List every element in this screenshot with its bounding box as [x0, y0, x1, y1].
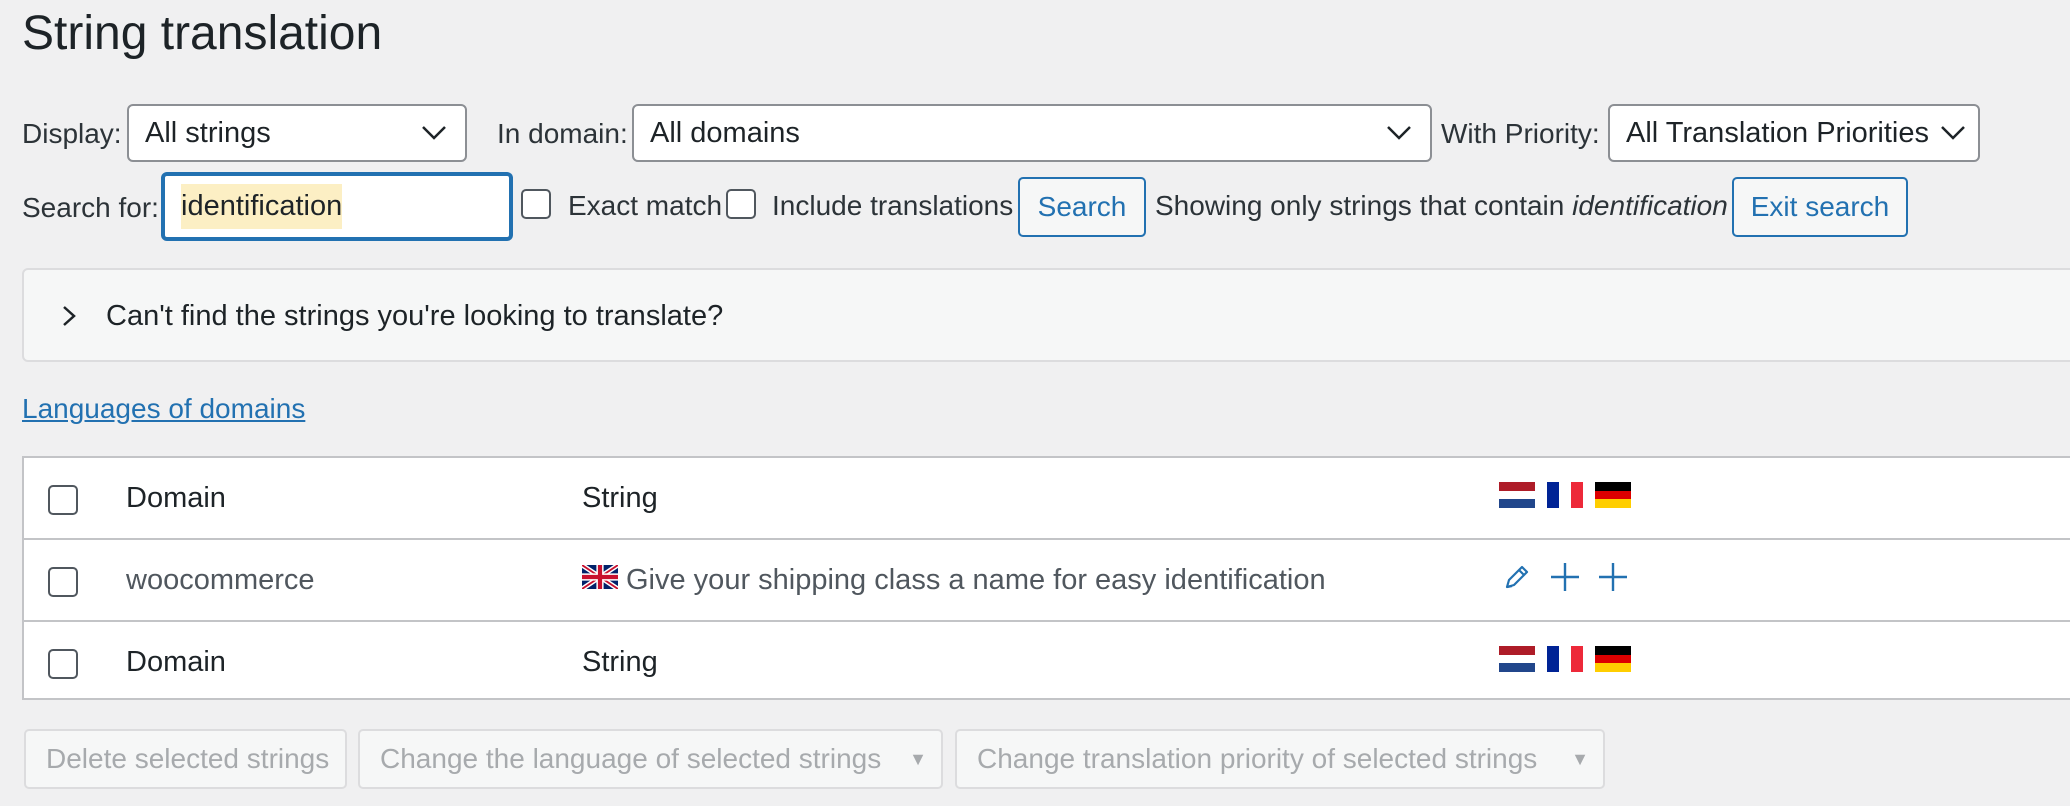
select-all-checkbox[interactable] [48, 485, 78, 515]
column-header-domain[interactable]: Domain [126, 458, 226, 538]
page-title: String translation [22, 7, 383, 60]
row-domain: woocommerce [126, 563, 315, 596]
add-plus-icon[interactable] [1596, 560, 1630, 594]
nl-flag-icon [1499, 646, 1535, 672]
fr-flag-icon [1547, 646, 1583, 672]
missing-strings-toggle[interactable]: Can't find the strings you're looking to… [22, 268, 2070, 362]
gb-flag-icon [582, 565, 618, 589]
edit-pencil-icon[interactable] [1500, 560, 1534, 594]
exact-match-label[interactable]: Exact match [568, 190, 722, 222]
exit-search-button[interactable]: Exit search [1732, 177, 1908, 237]
language-flags [1499, 482, 1631, 508]
column-header-string[interactable]: String [582, 458, 658, 538]
chevron-down-icon [1940, 125, 1966, 141]
search-status-text: Showing only strings that contain identi… [1155, 190, 1728, 222]
chevron-down-icon [421, 125, 447, 141]
change-language-select[interactable]: Change the language of selected strings … [358, 729, 943, 789]
change-language-label: Change the language of selected strings [380, 743, 882, 774]
column-footer-domain[interactable]: Domain [126, 622, 226, 702]
change-priority-label: Change translation priority of selected … [977, 743, 1538, 774]
domain-label: In domain: [497, 118, 628, 149]
priority-select[interactable]: All Translation Priorities [1608, 104, 1980, 162]
search-label: Search for: [22, 192, 159, 223]
table-footer-row: Domain String [24, 622, 2070, 702]
de-flag-icon [1595, 482, 1631, 508]
chevron-down-icon [1386, 125, 1412, 141]
missing-strings-text: Can't find the strings you're looking to… [106, 300, 724, 332]
domain-select[interactable]: All domains [632, 104, 1432, 162]
strings-table: Domain String woocommerce Give your ship… [22, 456, 2070, 700]
fr-flag-icon [1547, 482, 1583, 508]
search-status-term: identification [1572, 190, 1728, 221]
nl-flag-icon [1499, 482, 1535, 508]
row-string-text: Give your shipping class a name for easy… [626, 563, 1326, 596]
display-label: Display: [22, 118, 122, 149]
search-button[interactable]: Search [1018, 177, 1146, 237]
dropdown-arrow-icon: ▼ [1571, 749, 1589, 769]
search-input-value: identification [181, 184, 343, 229]
exact-match-checkbox[interactable] [521, 189, 551, 219]
include-translations-checkbox[interactable] [726, 189, 756, 219]
select-all-checkbox-footer[interactable] [48, 649, 78, 679]
chevron-right-icon [60, 304, 78, 328]
row-string: Give your shipping class a name for easy… [582, 540, 1326, 620]
search-status-prefix: Showing only strings that contain [1155, 190, 1565, 221]
domain-select-value: All domains [650, 116, 800, 149]
language-flags-footer [1499, 646, 1631, 672]
display-select[interactable]: All strings [127, 104, 467, 162]
de-flag-icon [1595, 646, 1631, 672]
include-translations-label[interactable]: Include translations [772, 190, 1013, 222]
add-plus-icon[interactable] [1548, 560, 1582, 594]
change-priority-select[interactable]: Change translation priority of selected … [955, 729, 1605, 789]
dropdown-arrow-icon: ▼ [909, 749, 927, 769]
table-header-row: Domain String [24, 458, 2070, 540]
priority-select-value: All Translation Priorities [1626, 116, 1929, 149]
priority-label: With Priority: [1441, 118, 1600, 149]
search-input[interactable]: identification [162, 173, 512, 240]
row-checkbox[interactable] [48, 567, 78, 597]
delete-selected-button[interactable]: Delete selected strings [24, 729, 347, 789]
column-footer-string[interactable]: String [582, 622, 658, 702]
table-row: woocommerce Give your shipping class a n… [24, 540, 2070, 622]
languages-of-domains-link[interactable]: Languages of domains [22, 393, 305, 425]
translation-actions [1500, 560, 1630, 594]
display-select-value: All strings [145, 116, 271, 149]
